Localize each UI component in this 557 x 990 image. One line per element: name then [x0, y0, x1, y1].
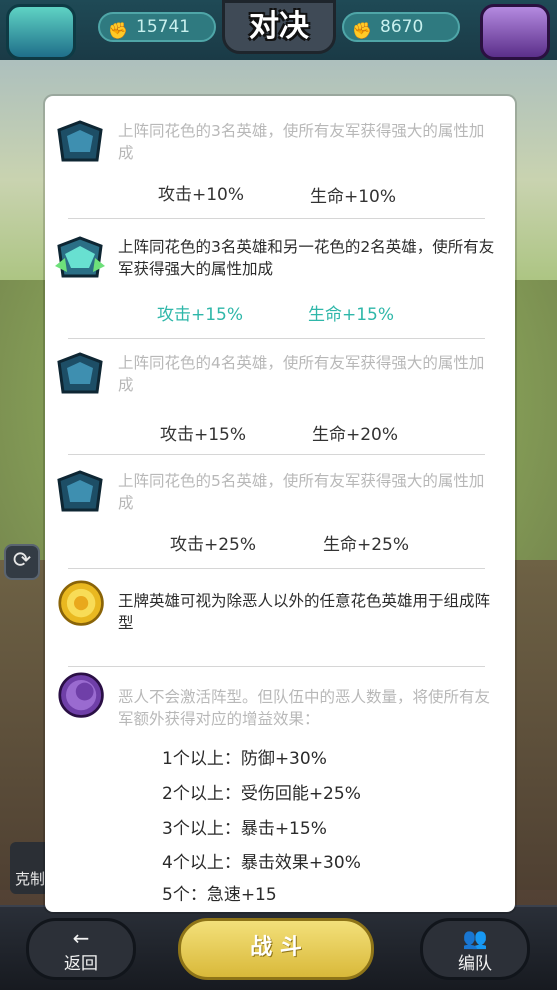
divider: [68, 218, 485, 219]
villain-bonus-line: 3个以上：暴击+15%: [162, 819, 327, 839]
hp-bonus: 生命+15%: [308, 305, 395, 325]
divider: [68, 666, 485, 667]
divider: [68, 338, 485, 339]
users-icon: 👥: [462, 926, 488, 950]
fight-button[interactable]: 战 斗: [178, 918, 374, 980]
villain-text: 恶人不会激活阵型。但队伍中的恶人数量，将使所有友军额外获得对应的增益效果：: [118, 688, 491, 728]
divider: [68, 454, 485, 455]
formation-3-2-icon: [55, 236, 105, 278]
refresh-icon[interactable]: ⟳: [4, 544, 40, 580]
formation-3-icon: [57, 120, 103, 162]
arrow-left-icon: ←: [72, 926, 90, 950]
fist-icon: ✊: [108, 21, 128, 40]
counter-button[interactable]: 克制: [10, 842, 50, 894]
formation-row-text: 上阵同花色的5名英雄，使所有友军获得强大的属性加成: [118, 472, 485, 512]
player-emblem-icon[interactable]: [6, 4, 76, 60]
formation-info-dialog: 上阵同花色的3名英雄，使所有友军获得强大的属性加成 攻击+10% 生命+10% …: [45, 96, 515, 912]
villain-bonus-line: 2个以上：受伤回能+25%: [162, 784, 361, 804]
formation-5-icon: [57, 470, 103, 512]
top-bar: ✊ 15741 对决 ✊ 8670: [0, 0, 557, 60]
moon-icon: [58, 672, 104, 718]
attack-bonus: 攻击+10%: [158, 185, 245, 205]
page-title: 对决: [222, 0, 336, 54]
player-power: ✊ 15741: [98, 12, 216, 42]
hp-bonus: 生命+25%: [323, 535, 410, 555]
back-button[interactable]: ← 返回: [26, 918, 136, 980]
attack-bonus: 攻击+25%: [170, 535, 257, 555]
enemy-emblem-icon[interactable]: [480, 4, 550, 60]
enemy-power: ✊ 8670: [342, 12, 460, 42]
formation-4-icon: [57, 352, 103, 394]
sun-icon: [58, 580, 104, 626]
formation-row-text: 上阵同花色的4名英雄，使所有友军获得强大的属性加成: [118, 354, 485, 394]
formation-row-text: 上阵同花色的3名英雄，使所有友军获得强大的属性加成: [118, 122, 485, 162]
ace-hero-text: 王牌英雄可视为除恶人以外的任意花色英雄用于组成阵型: [118, 592, 491, 632]
attack-bonus: 攻击+15%: [157, 305, 244, 325]
attack-bonus: 攻击+15%: [160, 425, 247, 445]
villain-bonus-line: 4个以上：暴击效果+30%: [162, 853, 361, 873]
divider: [68, 568, 485, 569]
team-button[interactable]: 👥 编队: [420, 918, 530, 980]
villain-bonus-line: 5个：急速+15: [162, 885, 277, 905]
formation-row-text: 上阵同花色的3名英雄和另一花色的2名英雄，使所有友军获得强大的属性加成: [118, 238, 495, 278]
fist-icon: ✊: [352, 21, 372, 40]
villain-bonus-line: 1个以上：防御+30%: [162, 749, 327, 769]
hp-bonus: 生命+10%: [310, 187, 397, 207]
hp-bonus: 生命+20%: [312, 425, 399, 445]
